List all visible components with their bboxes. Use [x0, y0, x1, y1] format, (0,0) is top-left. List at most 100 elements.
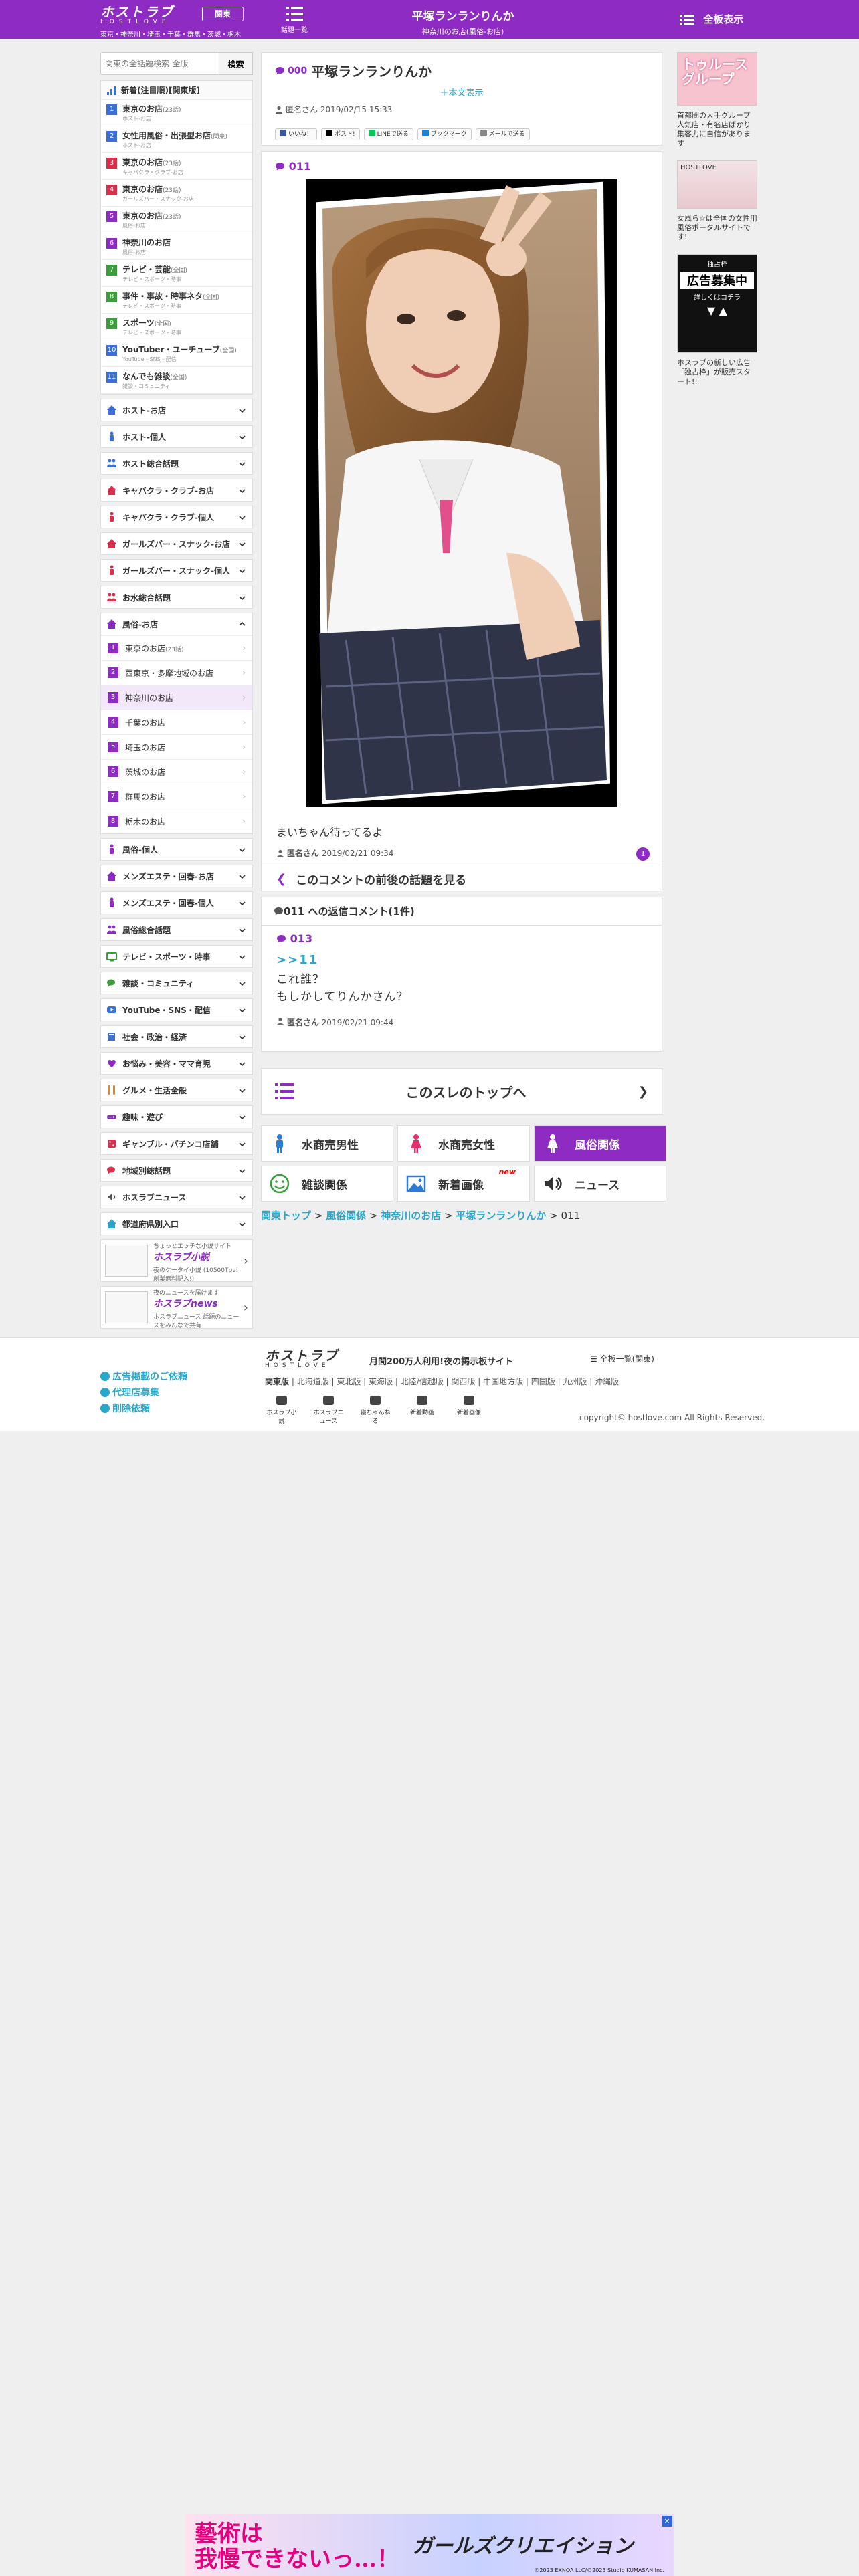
category-item[interactable]: 都道府県別入口: [100, 1212, 253, 1235]
share-button[interactable]: メールで送る: [475, 128, 530, 140]
category-item[interactable]: お水総合話題: [100, 586, 253, 609]
ranking-item[interactable]: 3 東京のお店(23話) キャバクラ・クラブ-お店: [101, 153, 252, 180]
sub-category-item[interactable]: 6 茨城のお店 ›: [101, 759, 252, 784]
category-grid-button[interactable]: 風俗関係: [534, 1125, 666, 1162]
category-item[interactable]: 風俗-個人: [100, 838, 253, 861]
category-grid-button[interactable]: 水商売男性: [261, 1125, 393, 1162]
footer-catchphrase: 月間200万人利用!夜の掲示板サイト: [369, 1357, 514, 1367]
category-item[interactable]: YouTube・SNS・配信: [100, 998, 253, 1021]
reply-anchor-link[interactable]: >>11: [276, 953, 647, 967]
category-item[interactable]: ホスト-個人: [100, 425, 253, 448]
footer-pc-link[interactable]: ☰ 全板一覧(関東): [590, 1353, 654, 1364]
category-grid-button[interactable]: 水商売女性: [397, 1125, 530, 1162]
category-fuzoku-shop[interactable]: 風俗-お店: [100, 613, 253, 635]
category-item[interactable]: ガールズバー・スナック-お店: [100, 532, 253, 555]
thread-top-button[interactable]: このスレのトップへ ❯: [261, 1068, 662, 1115]
sidebar-banner[interactable]: 夜のニュースを届けます ホスラブnews ホスラブニュース 話題のニュースをみんなで…: [100, 1286, 253, 1329]
sub-category-item[interactable]: 4 千葉のお店 ›: [101, 710, 252, 734]
category-grid-button[interactable]: 新着画像 new: [397, 1166, 530, 1202]
sub-category-item[interactable]: 7 群馬のお店 ›: [101, 784, 252, 809]
area-select-button[interactable]: 関東: [202, 7, 244, 21]
reply-count-badge[interactable]: 1: [636, 847, 650, 861]
sub-category-item[interactable]: 8 栃木のお店 ›: [101, 809, 252, 833]
category-item[interactable]: メンズエステ・回春-個人: [100, 891, 253, 914]
show-body-link[interactable]: ＋本文表示: [275, 86, 648, 98]
footer-link[interactable]: 代理店募集: [100, 1385, 187, 1401]
full-display-button[interactable]: 全板表示: [680, 9, 760, 29]
sidebar-banner[interactable]: ちょっとエッチな小説サイト ホスラブ小説 夜のケータイ小説 (10500Tpv! 創…: [100, 1239, 253, 1283]
category-grid-label: ニュース: [575, 1178, 620, 1192]
share-button[interactable]: いいね！: [275, 128, 318, 140]
around-comments-link[interactable]: ❮ このコメントの前後の話題を見る: [262, 865, 662, 892]
category-item[interactable]: キャバクラ・クラブ-お店: [100, 479, 253, 502]
category-item[interactable]: メンズエステ・回春-お店: [100, 865, 253, 887]
footer-icon-label: 新着画像: [456, 1410, 481, 1416]
ad-exclusive-slot[interactable]: 独占枠 広告募集中 詳しくはコチラ ▼ ▲: [677, 254, 757, 353]
share-button[interactable]: ブックマーク: [417, 128, 472, 140]
footer-icon-link[interactable]: ホスラブニュース: [312, 1394, 345, 1425]
footer-link[interactable]: 広告掲載のご依頼: [100, 1369, 187, 1385]
ad-text[interactable]: 女風ら☆は全国の女性用風俗ポータルサイトです!: [677, 214, 757, 242]
category-item[interactable]: 雑談・コミュニティ: [100, 972, 253, 994]
sub-number: 1: [108, 643, 118, 653]
ranking-item[interactable]: 11 なんでも雑談(全国) 雑談・コミュニティ: [101, 367, 252, 394]
breadcrumb-link[interactable]: 関東トップ: [261, 1210, 311, 1222]
site-logo[interactable]: ホストラブ HOSTLOVE 東京・神奈川・埼玉・千葉・群馬・茨城・栃木: [100, 5, 241, 39]
ad-hostlove[interactable]: HOSTLOVE: [677, 160, 757, 209]
post-photo[interactable]: [306, 179, 617, 807]
footer-icon-link[interactable]: 新着動画: [405, 1394, 439, 1425]
footer-link[interactable]: 削除依頼: [100, 1401, 187, 1417]
category-item[interactable]: キャバクラ・クラブ-個人: [100, 506, 253, 528]
ad-truth-group[interactable]: トゥルース グループ: [677, 52, 757, 106]
ranking-item[interactable]: 7 テレビ・芸能(全国) テレビ・スポーツ・時事: [101, 260, 252, 287]
ranking-item[interactable]: 8 事件・事故・時事ネタ(全国) テレビ・スポーツ・時事: [101, 287, 252, 314]
search-button[interactable]: 検索: [219, 52, 253, 75]
ad-text[interactable]: 首都圏の大手グループ 人気店・有名店ばかり 集客力に自信があります: [677, 111, 757, 148]
ranking-item[interactable]: 10 YouTuber・ユーチューブ(全国) YouTube・SNS・配信: [101, 340, 252, 367]
sub-category-item[interactable]: 3 神奈川のお店 ›: [101, 685, 252, 710]
sub-category-item[interactable]: 5 埼玉のお店 ›: [101, 734, 252, 759]
category-item[interactable]: ギャンブル・パチンコ店舗: [100, 1132, 253, 1155]
close-icon[interactable]: ×: [662, 2516, 672, 2527]
footer-logo[interactable]: ホストラブ HOSTLOVE: [265, 1349, 339, 1369]
search-input[interactable]: [100, 52, 219, 75]
sub-category-item[interactable]: 1 東京のお店(23話) ›: [101, 635, 252, 660]
share-button[interactable]: ポスト!: [321, 128, 360, 140]
share-button[interactable]: LINEで送る: [363, 128, 413, 140]
category-item[interactable]: 趣味・遊び: [100, 1105, 253, 1128]
ranking-item[interactable]: 6 神奈川のお店 風俗-お店: [101, 233, 252, 260]
ad-text[interactable]: ホスラブの新しい広告「独占枠」が販売スタート!!: [677, 358, 757, 387]
footer-icon-link[interactable]: ホスラブ小説: [265, 1394, 298, 1425]
ranking-item[interactable]: 4 東京のお店(23話) ガールズバー・スナック-お店: [101, 180, 252, 207]
sub-category-item[interactable]: 2 西東京・多摩地域のお店 ›: [101, 660, 252, 685]
ranking-item[interactable]: 9 スポーツ(全国) テレビ・スポーツ・時事: [101, 314, 252, 340]
category-grid: 水商売男性 水商売女性 風俗関係雑談関係 新着画像 new ニュース: [261, 1125, 666, 1202]
ranking-item[interactable]: 1 東京のお店(23話) ホスト-お店: [101, 100, 252, 126]
footer-icon-link[interactable]: 寝ちゃんねる: [359, 1394, 392, 1425]
category-item[interactable]: ホスト総合話題: [100, 452, 253, 475]
breadcrumb-link[interactable]: 神奈川のお店: [381, 1210, 441, 1222]
category-grid-button[interactable]: ニュース: [534, 1166, 666, 1202]
woman-icon: [406, 1134, 426, 1154]
category-grid-button[interactable]: 雑談関係: [261, 1166, 393, 1202]
category-item[interactable]: 地域別総話題: [100, 1159, 253, 1182]
footer-areas[interactable]: 関東版 | 北海道版 | 東北版 | 東海版 | 北陸/信越版 | 関西版 | …: [265, 1376, 619, 1387]
category-item[interactable]: 風俗総合話題: [100, 918, 253, 941]
breadcrumb-link[interactable]: 風俗関係: [326, 1210, 366, 1222]
post-number-row: 011: [275, 160, 648, 173]
category-item[interactable]: ガールズバー・スナック-個人: [100, 559, 253, 582]
category-item[interactable]: 社会・政治・経済: [100, 1025, 253, 1048]
topic-list-button[interactable]: 話題一覧: [274, 5, 314, 36]
footer-icon-link[interactable]: 新着画像: [452, 1394, 486, 1425]
category-item[interactable]: ホスト-お店: [100, 399, 253, 421]
ranking-item[interactable]: 2 女性用風俗・出張型お店(関東) ホスト-お店: [101, 126, 252, 153]
category-item[interactable]: お悩み・美容・ママ育児: [100, 1052, 253, 1075]
rank-text: YouTuber・ユーチューブ(全国) YouTube・SNS・配信: [122, 344, 248, 363]
breadcrumb-link[interactable]: 平塚ランランりんか: [456, 1210, 546, 1222]
banner-text: ちょっとエッチな小説サイト ホスラブ小説 夜のケータイ小説 (10500Tpv! 創…: [148, 1239, 244, 1283]
category-item[interactable]: グルメ・生活全般: [100, 1079, 253, 1101]
category-item[interactable]: テレビ・スポーツ・時事: [100, 945, 253, 968]
ranking-item[interactable]: 5 東京のお店(23話) 風俗-お店: [101, 207, 252, 233]
category-item[interactable]: ホスラブニュース: [100, 1186, 253, 1208]
bottom-banner-ad[interactable]: 藝術は 我慢できないっ…！ ガールズクリエイション ©2023 EXNOA LLC…: [185, 2514, 674, 2576]
